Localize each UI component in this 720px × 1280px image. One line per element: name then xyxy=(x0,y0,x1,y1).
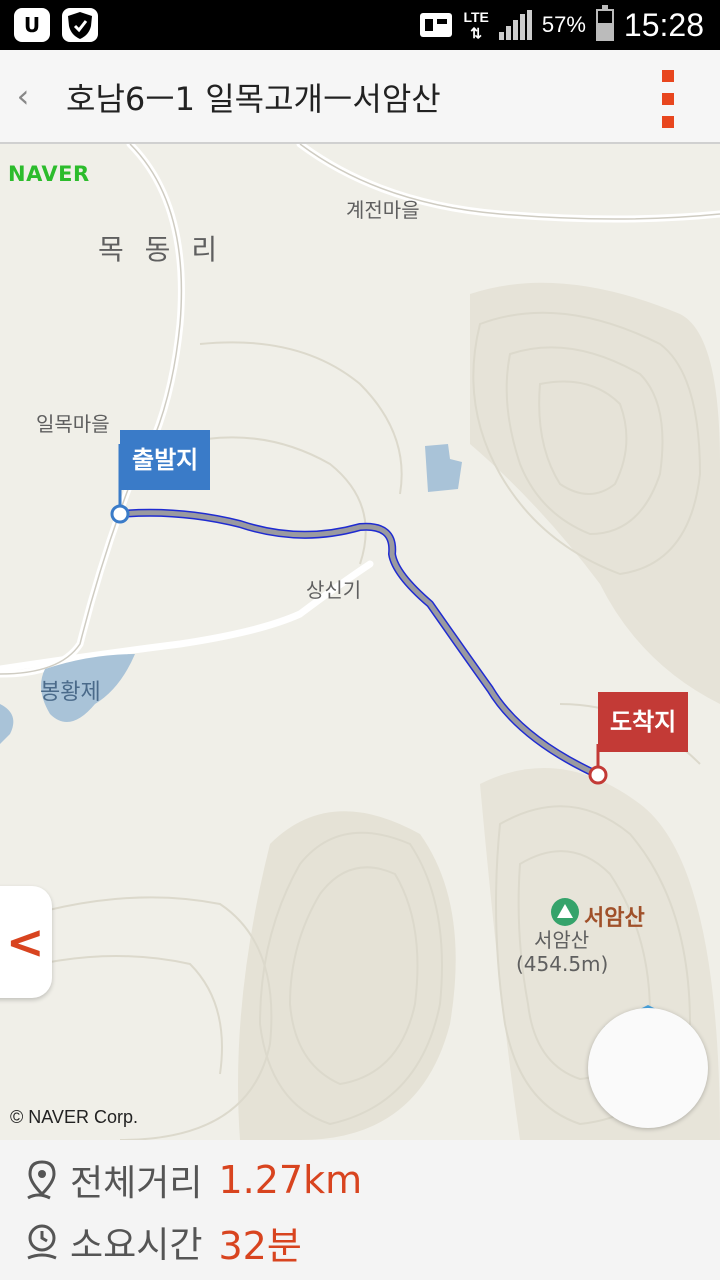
duration-value: 32분 xyxy=(218,1223,302,1268)
label-gyejeon: 계전마을 xyxy=(346,198,420,222)
u-plus-icon: U xyxy=(14,8,50,42)
app-header: ‹ 호남6ㅡ1 일목고개ㅡ서암산 xyxy=(0,50,720,144)
network-type: LTE xyxy=(463,9,489,25)
data-arrows-icon: ⇅ xyxy=(470,25,483,41)
layer-button[interactable] xyxy=(588,1008,708,1128)
status-bar: U LTE ⇅ 57% 15:28 xyxy=(0,0,720,50)
distance-row: 전체거리 1.27km xyxy=(24,1150,362,1210)
start-flag[interactable]: 출발지 xyxy=(120,430,211,490)
duration-label: 소요시간 xyxy=(70,1225,203,1266)
route-pin-icon xyxy=(27,1160,56,1200)
map-canvas xyxy=(0,144,720,1140)
page-title: 호남6ㅡ1 일목고개ㅡ서암산 xyxy=(66,80,441,118)
battery-percent: 57% xyxy=(541,12,586,37)
nfc-icon xyxy=(420,13,453,37)
back-chevron-icon[interactable]: ‹ xyxy=(8,74,38,118)
summit-name: 서암산 xyxy=(584,906,645,931)
distance-value: 1.27km xyxy=(218,1158,363,1202)
shield-icon xyxy=(62,8,98,42)
clock: 15:28 xyxy=(623,6,704,43)
label-ilmok: 일목마을 xyxy=(36,412,110,436)
end-flag[interactable]: 도착지 xyxy=(598,692,689,752)
distance-label: 전체거리 xyxy=(70,1163,203,1204)
naver-logo: NAVER xyxy=(8,162,90,186)
duration-row: 소요시간 32분 xyxy=(24,1212,302,1272)
chevron-left-icon: < xyxy=(6,915,45,969)
label-bonghwang: 봉황제 xyxy=(40,680,101,705)
signal-icon xyxy=(498,10,532,40)
route-summary: 전체거리 1.27km 소요시간 32분 xyxy=(0,1140,720,1280)
copyright: © NAVER Corp. xyxy=(10,1107,138,1127)
label-sangsingi: 상신기 xyxy=(306,578,362,602)
mountain-icon xyxy=(551,898,579,926)
summit-label: 서암산 xyxy=(534,928,590,952)
summit-elevation: (454.5m) xyxy=(516,952,609,976)
start-point xyxy=(110,504,130,524)
side-panel-toggle[interactable]: < xyxy=(0,886,52,998)
clock-pin-icon xyxy=(27,1224,57,1260)
label-mokdong: 목 동 리 xyxy=(98,233,224,266)
end-point xyxy=(588,765,608,785)
overflow-menu-icon[interactable] xyxy=(660,70,676,128)
battery-icon xyxy=(595,5,614,41)
map-view[interactable]: NAVER 목 동 리 계전마을 일목마을 상신기 봉황제 서암산 서암산 (4… xyxy=(0,144,720,1140)
